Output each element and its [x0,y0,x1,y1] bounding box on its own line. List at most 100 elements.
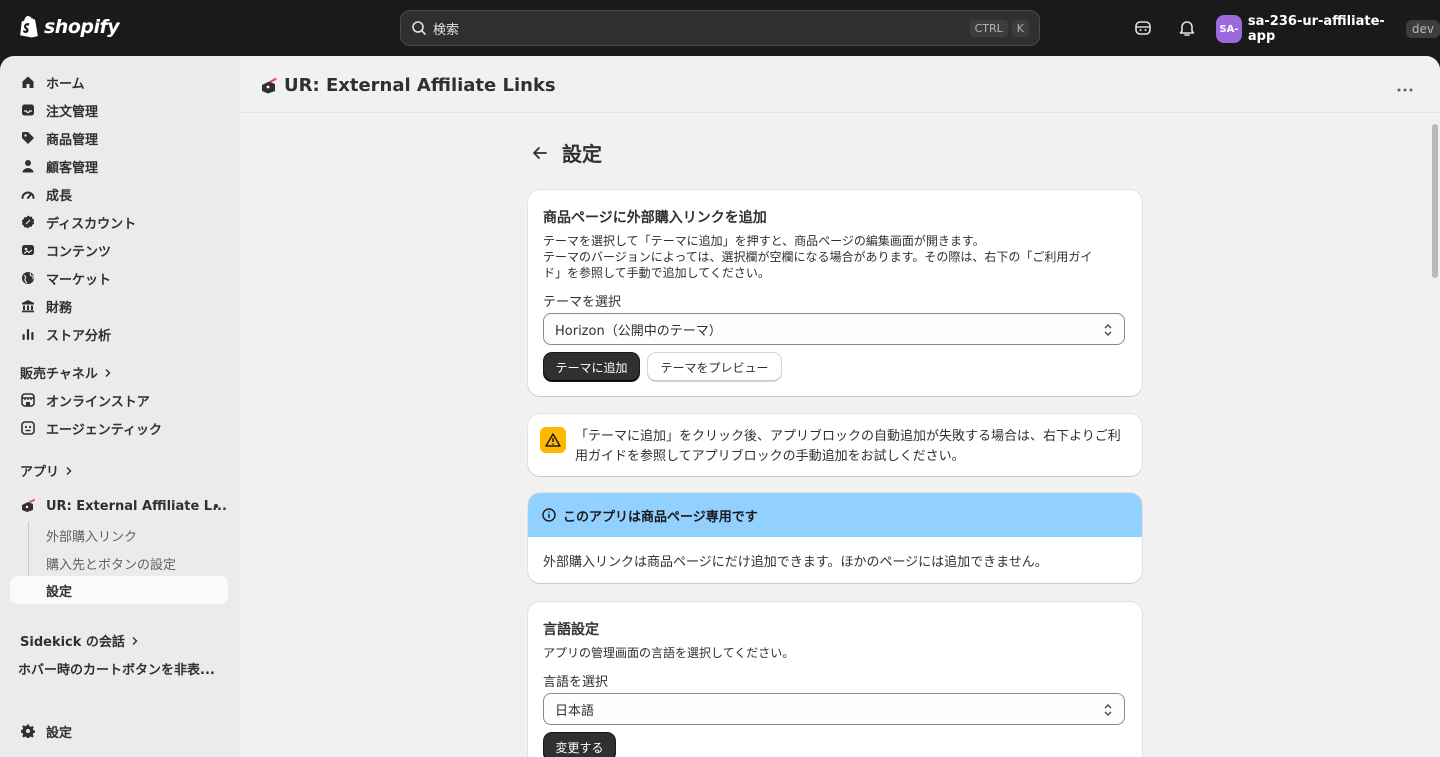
sidebar-subitem-settings[interactable]: 設定 [10,576,228,604]
theme-card-heading: 商品ページに外部購入リンクを追加 [543,210,767,226]
warning-icon [540,427,566,453]
shopify-bag-icon [20,15,38,38]
sidekick-icon[interactable] [1133,18,1153,38]
preview-theme-button[interactable]: テーマをプレビュー [648,353,781,381]
desc-line: テーマを選択して「テーマに追加」を押すと、商品ページの編集画面が開きます。 [543,234,985,248]
sidebar-item-label: ディスカウント [46,216,137,232]
chart-icon [20,326,36,342]
language-card-description: アプリの管理画面の言語を選択してください。 [543,646,795,660]
theme-card-description: テーマを選択して「テーマに追加」を押すと、商品ページの編集画面が開きます。 テー… [543,233,1133,281]
sidekick-label: Sidekick の会話 [20,635,125,650]
bell-icon[interactable] [1177,18,1197,38]
globe-icon [20,270,36,286]
app-title: UR: External Affiliate Links [284,75,556,96]
shortcut-k: K [1011,19,1029,37]
select-chevron-icon [1104,324,1112,336]
apps-label: アプリ [20,465,60,480]
warning-line: 用ガイドを参照してアプリブロックの手動追加をお試しください。 [575,449,965,464]
info-banner: このアプリは商品ページ専用です 外部購入リンクは商品ページにだけ追加できます。ほ… [528,493,1142,583]
page-title: 設定 [562,142,602,166]
gear-icon [20,723,36,739]
info-title: このアプリは商品ページ専用です [563,509,758,525]
sidebar-item-discounts[interactable]: ディスカウント [10,208,228,236]
add-to-theme-button[interactable]: テーマに追加 [544,353,639,381]
sidebar-item-label: ホーム [46,76,85,92]
sidebar-item-finance[interactable]: 財務 [10,292,228,320]
theme-select[interactable]: Horizon（公開中のテーマ） [543,313,1125,345]
select-chevron-icon [1104,704,1112,716]
sidebar-item-label: 成長 [46,188,73,204]
theme-select-label: テーマを選択 [543,295,622,310]
sidebar-item-products[interactable]: 商品管理 [10,124,228,152]
sidebar-item-home[interactable]: ホーム [10,68,228,96]
brand-wordmark: shopify [44,16,120,38]
avatar: SA- [1216,15,1242,43]
desc-line: ド」を参照して手動で追加してください。 [543,266,770,280]
bank-icon [20,298,36,314]
sidebar-item-orders[interactable]: 注文管理 [10,96,228,124]
env-badge: dev [1405,20,1440,38]
language-card: 言語設定 アプリの管理画面の言語を選択してください。 言語を選択 日本語 変更す… [528,602,1142,757]
home-icon [20,74,36,90]
chevron-right-icon [66,466,72,475]
app-header: UR: External Affiliate Links [240,56,1440,113]
warning-banner: 「テーマに追加」をクリック後、アプリブロックの自動追加が失敗する場合は、右下より… [528,414,1142,476]
change-language-button[interactable]: 変更する [544,733,615,757]
desc-line: テーマのバージョンによっては、選択欄が空欄になる場合があります。その際は、右下の… [543,250,1093,264]
store-name: sa-236-ur-affiliate-app [1247,14,1385,44]
account-menu[interactable]: SA- sa-236-ur-affiliate-app dev [1216,14,1440,44]
status-dot [214,504,218,508]
sidebar-item-analytics[interactable]: ストア分析 [10,320,228,348]
sales-channels-heading[interactable]: 販売チャネル [20,363,112,382]
shortcut-ctrl: CTRL [969,19,1008,37]
chevron-right-icon [105,368,111,377]
theme-card: 商品ページに外部購入リンクを追加 テーマを選択して「テーマに追加」を押すと、商品… [528,190,1142,396]
sidebar-item-app[interactable]: UR: External Affiliate L... [10,492,228,520]
sidebar-item-markets[interactable]: マーケット [10,264,228,292]
apps-heading[interactable]: アプリ [20,461,73,480]
sidekick-heading[interactable]: Sidekick の会話 [20,631,139,650]
store-icon [20,392,36,408]
sidebar-item-agentic[interactable]: エージェンティック [10,414,228,442]
top-bar: shopify 検索 CTRL K SA- sa-236-ur-affiliat… [0,0,1440,56]
person-icon [20,158,36,174]
sidebar-item-label: ストア分析 [46,328,112,344]
sidebar-item-label: UR: External Affiliate L... [46,498,227,514]
sidebar-item-label: 商品管理 [46,132,99,148]
language-select[interactable]: 日本語 [543,693,1125,725]
sidekick-conversation[interactable]: ホバー時のカートボタンを非表... [18,659,215,678]
sidebar-item-label: 設定 [46,584,73,600]
sidebar-item-settings[interactable]: 設定 [10,717,228,745]
back-arrow-icon[interactable] [530,143,550,163]
sidebar-item-content[interactable]: コンテンツ [10,236,228,264]
gauge-icon [20,186,36,202]
sidebar-item-label: オンラインストア [46,394,150,410]
sidebar-item-growth[interactable]: 成長 [10,180,228,208]
more-actions-button[interactable] [1396,76,1414,97]
sidebar-subitem-external-links[interactable]: 外部購入リンク [46,526,137,545]
main-content: UR: External Affiliate Links 設定 商品ページに外部… [240,56,1440,757]
language-select-value: 日本語 [555,703,595,719]
sidebar-item-label: 注文管理 [46,104,99,120]
page-title-bar: 設定 [530,138,602,167]
info-body: 外部購入リンクは商品ページにだけ追加できます。ほかのページには追加できません。 [543,555,1048,570]
search-bar[interactable]: 検索 CTRL K [400,10,1040,46]
sales-channels-label: 販売チャネル [20,367,98,382]
sidebar-item-label: 顧客管理 [46,160,99,176]
discount-icon [20,214,36,230]
sidebar-item-online-store[interactable]: オンラインストア [10,386,228,414]
search-icon [412,21,426,35]
agent-icon [20,420,36,436]
app-logo-icon [262,77,277,94]
sidebar-item-label: 財務 [46,300,73,316]
scrollbar[interactable] [1432,124,1438,278]
sidebar-item-label: 設定 [46,725,73,741]
shopify-logo[interactable]: shopify [20,15,120,39]
sidebar-item-customers[interactable]: 顧客管理 [10,152,228,180]
chevron-right-icon [132,636,138,645]
sidebar-subitem-buy-settings[interactable]: 購入先とボタンの設定 [46,554,176,573]
more-horizontal-icon [1397,88,1413,92]
sidebar-item-label: マーケット [46,272,112,288]
sidebar-item-label: コンテンツ [46,244,112,260]
content-icon [20,242,36,258]
